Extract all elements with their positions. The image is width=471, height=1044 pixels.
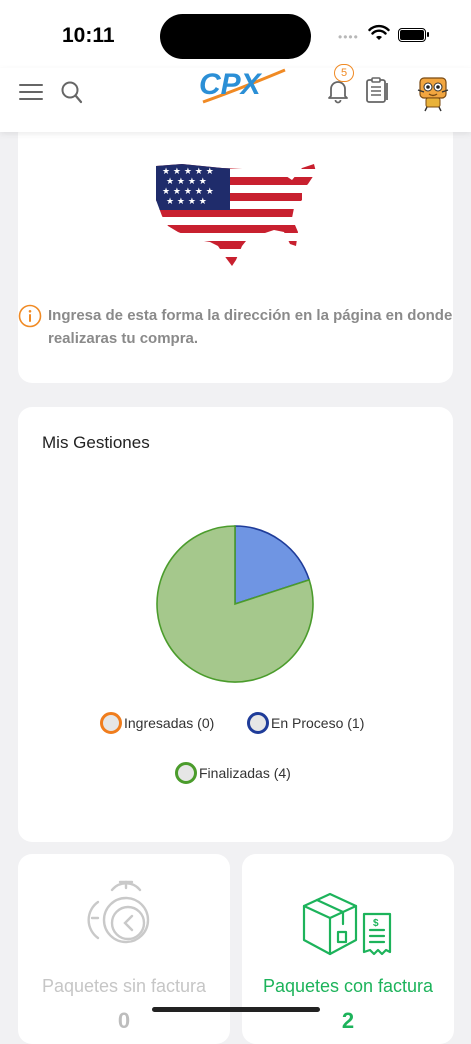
legend-finalizadas[interactable]: Finalizadas (4) [175,762,291,784]
menu-icon[interactable] [19,84,43,104]
status-bar: 10:11 •••• [0,0,471,68]
wifi-icon [368,24,390,40]
usa-flag-map: ★ ★ ★ ★ ★ ★ ★ ★ ★ ★ ★ ★ ★ ★ ★ ★ ★ ★ [156,164,316,266]
svg-text:★ ★ ★ ★: ★ ★ ★ ★ [166,197,207,207]
box-invoice-icon: $ [302,892,392,956]
svg-text:★ ★ ★ ★: ★ ★ ★ ★ [166,177,207,187]
avatar[interactable] [414,76,452,112]
battery-icon [398,28,429,42]
sin-factura-label: Paquetes sin factura [41,976,207,996]
status-time: 10:11 [62,24,115,47]
con-factura-label: Paquetes con factura [262,976,434,996]
svg-text:★ ★ ★ ★ ★: ★ ★ ★ ★ ★ [162,167,214,177]
legend-dot-en-proceso [247,712,269,734]
legend-label-en-proceso: En Proceso (1) [271,715,365,731]
legend-ingresadas[interactable]: Ingresadas (0) [100,712,214,734]
svg-text:$: $ [373,918,379,929]
signal-icon: •••• [338,30,359,44]
legend-dot-finalizadas [175,762,197,784]
clock-package-icon [87,880,150,944]
search-icon[interactable] [60,80,84,106]
paquetes-con-factura-card[interactable]: $ Paquetes con factura 2 [242,854,454,1044]
svg-text:★ ★ ★ ★ ★: ★ ★ ★ ★ ★ [162,187,214,197]
gestiones-pie-chart [156,525,314,683]
gestiones-card: Mis Gestiones Ingresadas (0) En Proceso … [18,407,453,842]
notification-badge: 5 [334,64,354,82]
address-card: ★ ★ ★ ★ ★ ★ ★ ★ ★ ★ ★ ★ ★ ★ ★ ★ ★ ★ Ingr… [18,120,453,383]
home-indicator [152,1007,320,1012]
paquetes-sin-factura-card[interactable]: Paquetes sin factura 0 [18,854,230,1044]
info-icon [18,304,42,328]
legend-label-finalizadas: Finalizadas (4) [199,765,291,781]
legend-dot-ingresadas [100,712,122,734]
legend-en-proceso[interactable]: En Proceso (1) [247,712,364,734]
clipboard-icon[interactable] [364,76,392,104]
legend-label-ingresadas: Ingresadas (0) [124,715,215,731]
app-header: CPX 5 [0,64,471,132]
gestiones-title: Mis Gestiones [42,433,150,452]
address-info-text: Ingresa de esta forma la dirección en la… [48,307,453,347]
dynamic-island [160,14,311,59]
cpx-logo: CPX [199,68,286,104]
svg-text:CPX: CPX [199,68,263,101]
